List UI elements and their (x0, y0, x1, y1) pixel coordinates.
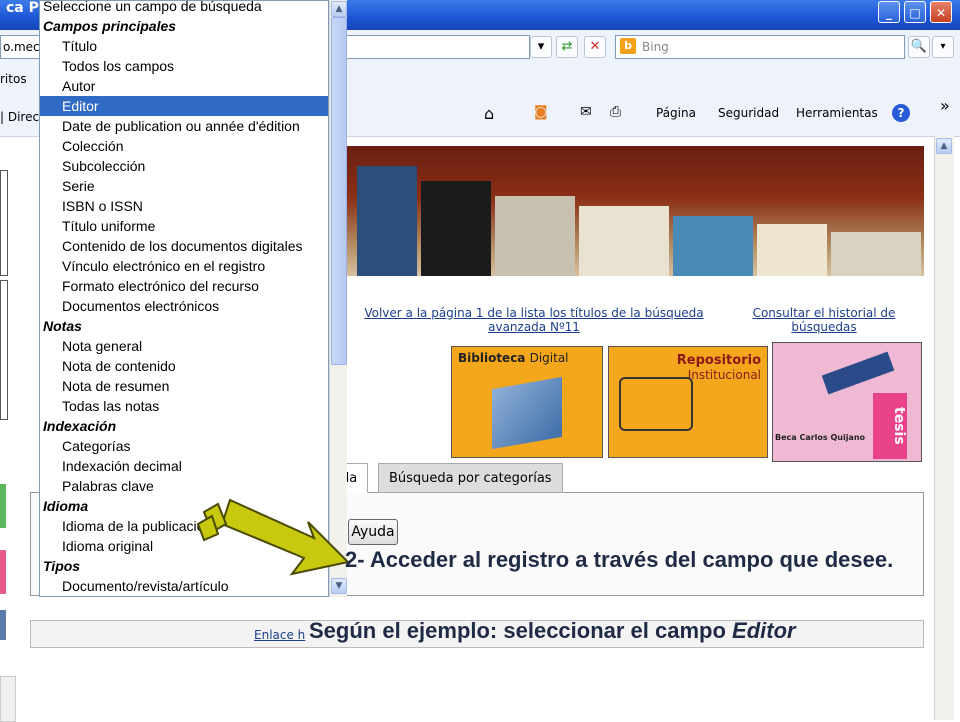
dropdown-option[interactable]: Vínculo electrónico en el registro (40, 256, 328, 276)
step-annotation: 2- Acceder al registro a través del camp… (345, 547, 894, 572)
stop-icon[interactable]: ✕ (584, 36, 606, 58)
dropdown-option[interactable]: Todas las notas (40, 396, 328, 416)
left-blue-block (0, 610, 6, 640)
maximize-button[interactable]: □ (904, 1, 926, 23)
left-green-block (0, 484, 6, 528)
library-banner (347, 146, 924, 276)
dropdown-option[interactable]: Formato electrónico del recurso (40, 276, 328, 296)
dropdown-option[interactable]: Editor (40, 96, 328, 116)
more-chevron[interactable]: » (940, 96, 950, 115)
bing-icon: b (620, 38, 636, 54)
dropdown-option[interactable]: Palabras clave (40, 476, 328, 496)
dropdown-option[interactable]: Categorías (40, 436, 328, 456)
search-input[interactable]: Bing (615, 35, 905, 59)
dropdown-group-header: Notas (43, 318, 82, 334)
tab-categorias[interactable]: Búsqueda por categorías (378, 463, 563, 493)
left-frame-bottom (0, 280, 8, 420)
link-historial[interactable]: Consultar el historial de búsquedas (740, 306, 908, 334)
search-go-button[interactable]: 🔍 (908, 36, 930, 58)
minimize-button[interactable]: _ (878, 1, 900, 23)
example-field: Editor (732, 618, 796, 643)
dropdown-option[interactable]: Colección (40, 136, 328, 156)
feeds-icon[interactable]: ◙ (534, 104, 548, 120)
address-dropdown-button[interactable]: ▾ (530, 36, 552, 58)
dropdown-option[interactable]: Indexación decimal (40, 456, 328, 476)
pointer-arrow-icon (196, 498, 351, 576)
dropdown-scroll-up-icon[interactable]: ▲ (331, 1, 347, 17)
dropdown-option[interactable]: Subcolección (40, 156, 328, 176)
links-label[interactable]: | Direc (0, 110, 39, 124)
scroll-up-icon[interactable]: ▲ (936, 138, 952, 154)
tile3-caption: Beca Carlos Quijano (775, 433, 866, 442)
folder-icon (619, 377, 693, 431)
dropdown-option[interactable]: Nota de contenido (40, 356, 328, 376)
graduation-cap-icon (821, 351, 895, 395)
enlace-link[interactable]: Enlace h (254, 628, 305, 642)
dropdown-option[interactable]: Contenido de los documentos digitales (40, 236, 328, 256)
dropdown-option[interactable]: Título (40, 36, 328, 56)
menu-herramientas[interactable]: Herramientas (796, 106, 878, 120)
dropdown-option[interactable]: Título uniforme (40, 216, 328, 236)
tile1-title: Biblioteca (458, 351, 526, 365)
refresh-icon[interactable]: ⇄ (556, 36, 578, 58)
example-prefix: Según el ejemplo: seleccionar el campo (309, 618, 733, 643)
dropdown-option[interactable]: Nota general (40, 336, 328, 356)
example-annotation: Según el ejemplo: seleccionar el campo E… (309, 618, 796, 644)
search-options-button[interactable]: ▾ (932, 36, 954, 58)
dropdown-option[interactable]: Documentos electrónicos (40, 296, 328, 316)
page-scrollbar[interactable]: ▲ (934, 136, 954, 720)
favorites-label[interactable]: ritos (0, 72, 27, 86)
close-button[interactable]: ✕ (930, 1, 952, 23)
left-pink-block (0, 550, 6, 594)
book-icon (492, 376, 562, 450)
dropdown-option[interactable]: Seleccione un campo de búsqueda (40, 1, 328, 16)
tile1-subtitle: Digital (529, 351, 569, 365)
dropdown-option[interactable]: Autor (40, 76, 328, 96)
link-volver[interactable]: Volver a la página 1 de la lista los tít… (350, 306, 718, 334)
tile2-title: Repositorio (676, 353, 761, 368)
tesis-word: tesis (873, 393, 907, 459)
tile-repositorio[interactable]: Repositorio Institucional (608, 346, 768, 458)
left-gray-block (0, 676, 16, 722)
dropdown-option[interactable]: Date de publication ou année d'édition (40, 116, 328, 136)
mail-icon[interactable]: ✉ (580, 104, 592, 120)
dropdown-group-header: Indexación (43, 418, 117, 434)
menu-pagina[interactable]: Página (656, 106, 696, 120)
dropdown-group-header: Campos principales (43, 18, 177, 34)
tile-tesis[interactable]: tesis Beca Carlos Quijano (772, 342, 922, 462)
dropdown-option[interactable]: Nota de resumen (40, 376, 328, 396)
menu-seguridad[interactable]: Seguridad (718, 106, 779, 120)
print-icon[interactable]: ⎙ (610, 104, 621, 120)
dropdown-option[interactable]: Serie (40, 176, 328, 196)
tile-biblioteca-digital[interactable]: Biblioteca Digital (451, 346, 603, 458)
home-icon[interactable]: ⌂ (484, 104, 494, 123)
dropdown-option[interactable]: ISBN o ISSN (40, 196, 328, 216)
dropdown-option[interactable]: Todos los campos (40, 56, 328, 76)
left-frame-top (0, 170, 8, 276)
dropdown-scroll-thumb[interactable] (331, 17, 347, 365)
help-icon[interactable]: ? (892, 104, 910, 122)
